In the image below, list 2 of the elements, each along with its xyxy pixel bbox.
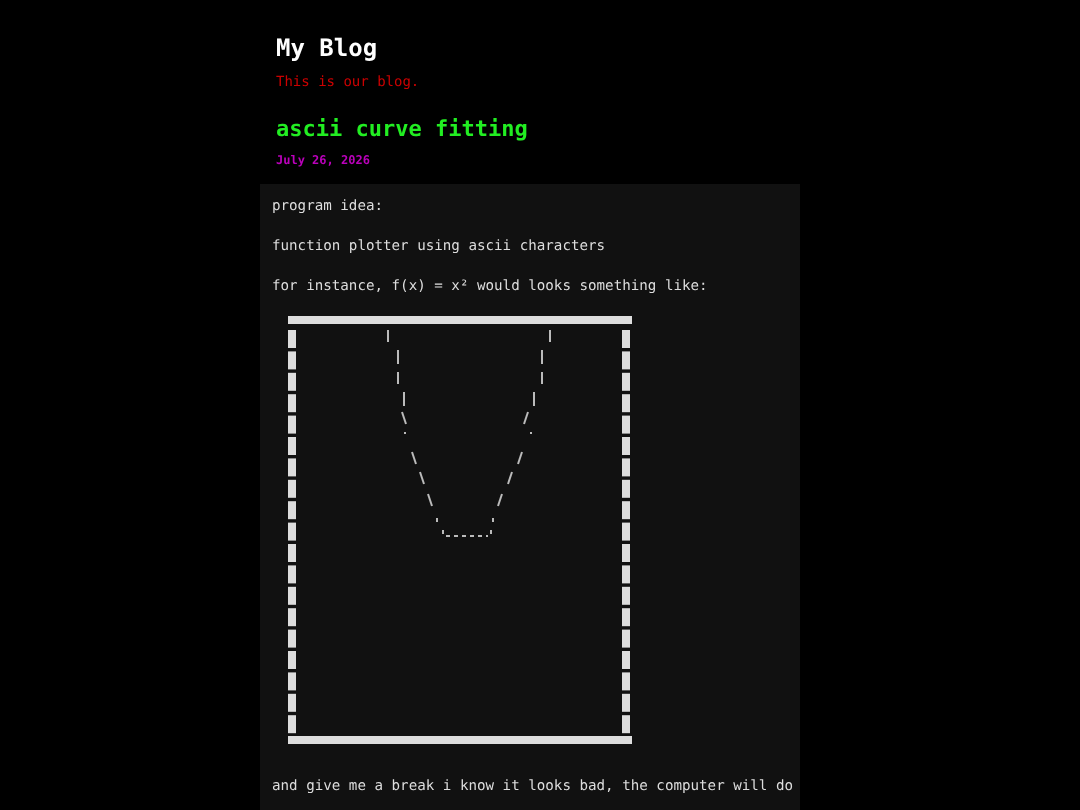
post-title: ascii curve fitting — [276, 116, 530, 142]
blog-title: My Blog — [276, 34, 380, 62]
